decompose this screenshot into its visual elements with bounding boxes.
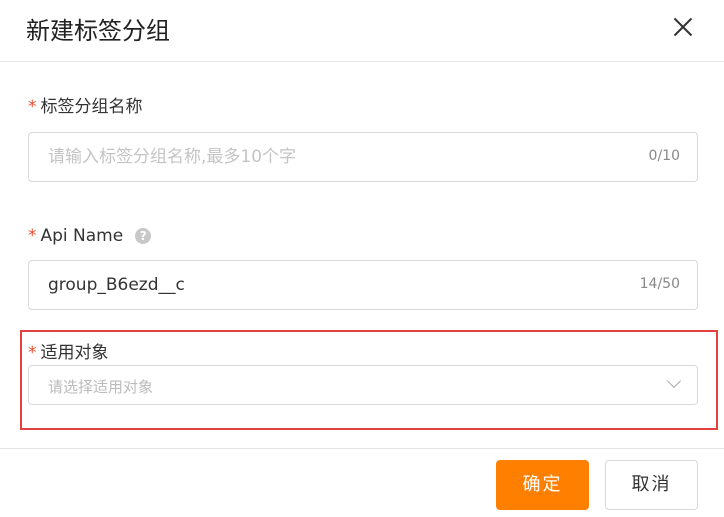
group-name-label: * 标签分组名称 — [28, 96, 143, 118]
target-select-placeholder: 请选择适用对象 — [48, 378, 154, 396]
target-label-text: 适用对象 — [40, 343, 109, 363]
target-label: * 适用对象 — [28, 342, 109, 364]
required-mark: * — [28, 97, 37, 117]
api-name-field: 14/50 — [28, 260, 698, 310]
required-mark: * — [28, 343, 37, 363]
group-name-counter: 0/10 — [648, 148, 680, 164]
cancel-button[interactable]: 取消 — [605, 460, 698, 510]
api-name-counter: 14/50 — [639, 276, 680, 292]
chevron-down-icon — [666, 373, 682, 389]
dialog-footer: 确定 取消 — [0, 448, 724, 517]
target-select[interactable]: 请选择适用对象 — [28, 365, 698, 405]
dialog-header: 新建标签分组 — [0, 0, 724, 62]
api-name-label-text: Api Name — [40, 226, 124, 246]
api-name-input[interactable] — [29, 261, 629, 309]
help-icon[interactable]: ? — [135, 228, 152, 244]
group-name-field: 0/10 — [28, 132, 698, 182]
close-icon[interactable] — [668, 12, 698, 42]
group-name-label-text: 标签分组名称 — [40, 97, 143, 117]
group-name-input[interactable] — [29, 133, 629, 181]
required-mark: * — [28, 226, 37, 246]
api-name-label: * Api Name? — [28, 225, 152, 247]
dialog-title: 新建标签分组 — [26, 17, 170, 45]
create-tag-group-dialog: 新建标签分组 *标签分组名称 0/10 *Api Name? 14/50 *适用… — [0, 0, 724, 517]
confirm-button[interactable]: 确定 — [496, 460, 589, 510]
